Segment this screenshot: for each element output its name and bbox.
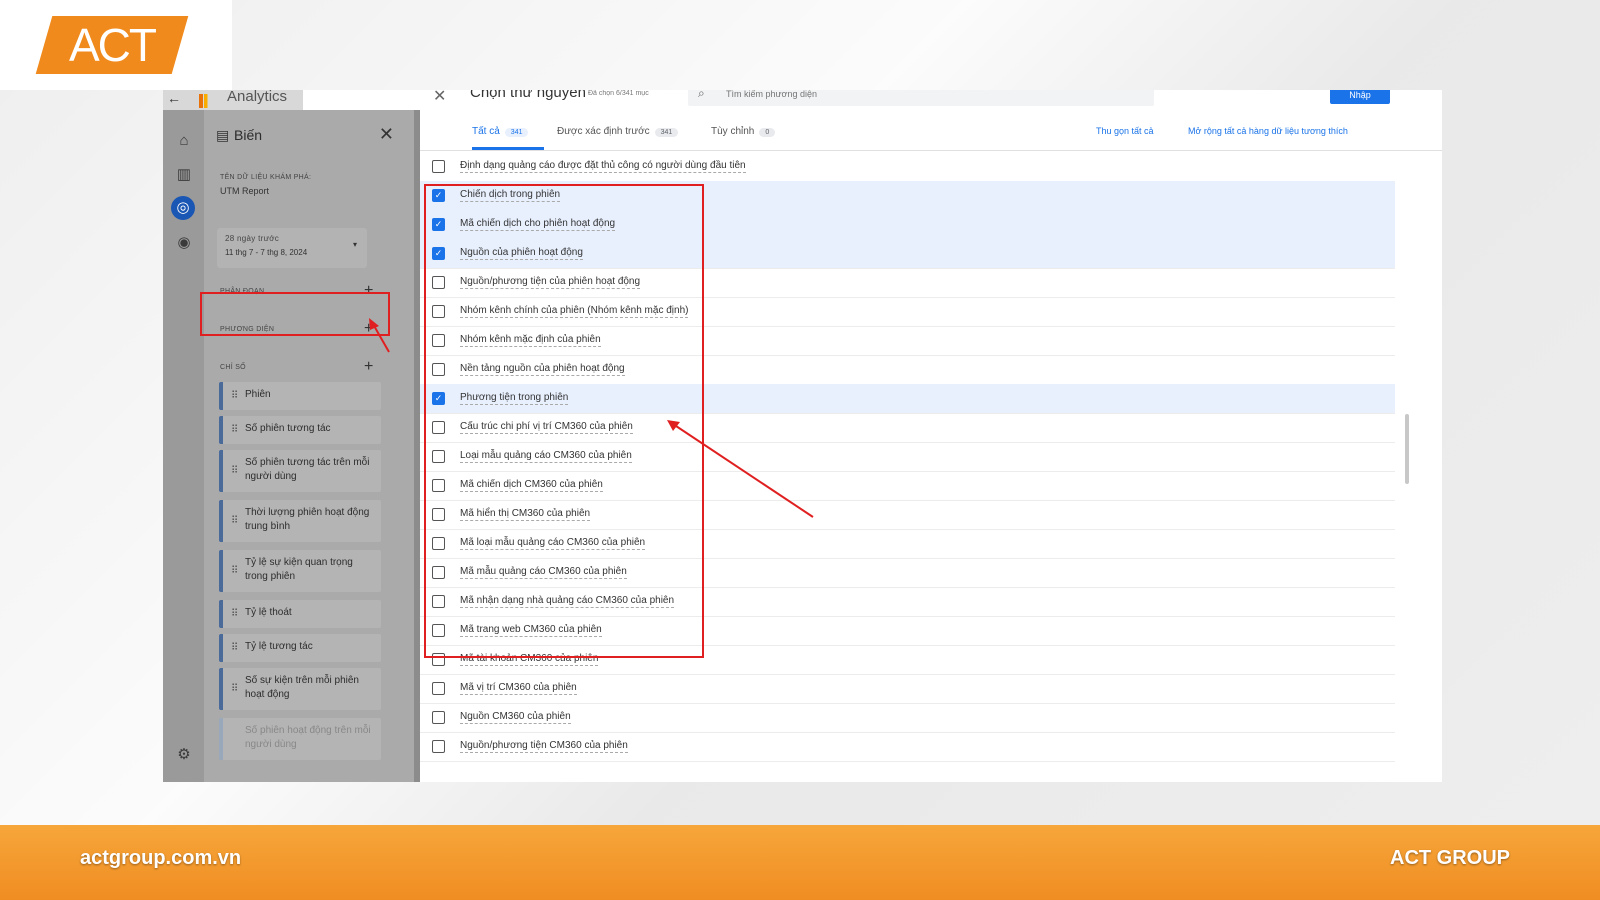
arrow-to-selected-row xyxy=(672,423,814,518)
logo-area: ACT xyxy=(0,0,232,90)
arrow-to-dimensions xyxy=(372,323,390,353)
arrowhead-icon xyxy=(369,318,379,330)
act-logo: ACT xyxy=(35,16,189,74)
company-name: ACT GROUP xyxy=(1390,847,1510,869)
footer-banner: actgroup.com.vn ACT GROUP xyxy=(0,825,1600,900)
annotation-arrows xyxy=(369,318,814,518)
analytics-screenshot: ← Analytics ⌂ ▥ ◎ ◉ ⚙ ▤ Biến ✕ TÊN DỮ LI… xyxy=(163,90,1442,782)
arrowhead-icon xyxy=(667,420,680,431)
website-text: actgroup.com.vn xyxy=(80,847,242,869)
